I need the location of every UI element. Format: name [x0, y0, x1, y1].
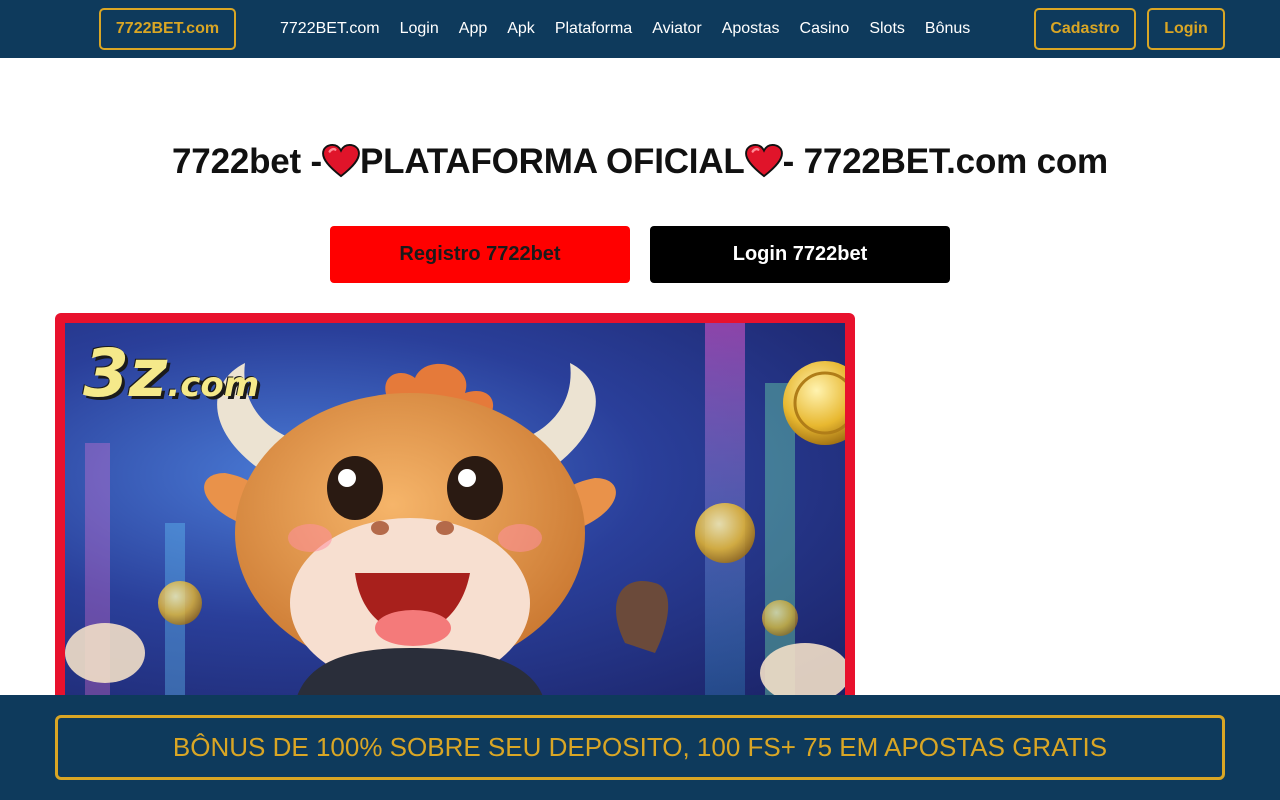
title-middle: PLATAFORMA OFICIAL: [360, 142, 745, 181]
cadastro-button[interactable]: Cadastro: [1034, 8, 1136, 50]
nav-item-login[interactable]: Login: [390, 20, 449, 38]
brand-button[interactable]: 7722BET.com: [99, 8, 236, 50]
title-prefix: 7722bet -: [172, 142, 322, 181]
heart-icon: [744, 144, 783, 178]
bottom-promo-bar: BÔNUS DE 100% SOBRE SEU DEPOSITO, 100 FS…: [0, 695, 1280, 800]
nav-item-apostas[interactable]: Apostas: [712, 20, 790, 38]
register-button[interactable]: Registro 7722bet: [330, 226, 630, 283]
banner-artwork: 3z.com: [65, 323, 845, 703]
nav-item-apk[interactable]: Apk: [497, 20, 545, 38]
login-button[interactable]: Login 7722bet: [650, 226, 950, 283]
banner-logo: 3z.com: [83, 335, 259, 412]
main-nav: 7722BET.com Login App Apk Plataforma Avi…: [270, 0, 980, 58]
nav-item-home[interactable]: 7722BET.com: [270, 20, 390, 38]
promo-banner-image[interactable]: 3z.com: [55, 313, 855, 713]
nav-item-slots[interactable]: Slots: [859, 20, 915, 38]
nav-item-casino[interactable]: Casino: [790, 20, 860, 38]
heart-icon: [322, 144, 360, 178]
nav-item-aviator[interactable]: Aviator: [642, 20, 712, 38]
bonus-promo-button[interactable]: BÔNUS DE 100% SOBRE SEU DEPOSITO, 100 FS…: [55, 715, 1225, 780]
nav-item-bonus[interactable]: Bônus: [915, 20, 980, 38]
auth-buttons: Cadastro Login: [1034, 8, 1225, 50]
nav-item-app[interactable]: App: [449, 20, 497, 38]
page-title: 7722bet - PLATAFORMA OFICIAL - 7722BET.com…: [0, 142, 1280, 182]
banner-logo-domain: .com: [167, 365, 260, 405]
header-login-button[interactable]: Login: [1147, 8, 1225, 50]
title-suffix: - 7722BET.com com: [782, 142, 1109, 181]
top-navbar: 7722BET.com 7722BET.com Login App Apk Pl…: [0, 0, 1280, 58]
banner-logo-main: 3z: [83, 335, 168, 412]
nav-item-plataforma[interactable]: Plataforma: [545, 20, 642, 38]
